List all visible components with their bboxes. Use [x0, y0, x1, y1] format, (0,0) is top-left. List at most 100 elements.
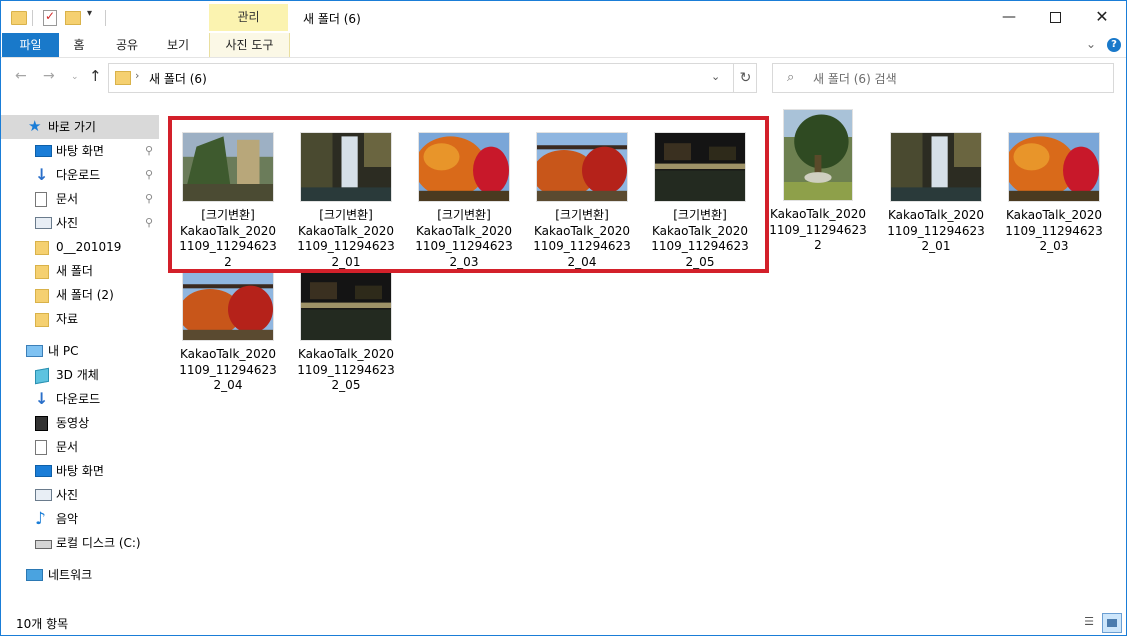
sidebar-item-label: 바탕 화면 [56, 144, 104, 158]
breadcrumb-separator[interactable]: › [135, 69, 139, 82]
3d-objects-icon [35, 367, 49, 385]
divider [105, 10, 106, 26]
video-icon [35, 416, 48, 431]
sidebar-item-pc-3[interactable]: 문서 [1, 435, 159, 459]
ribbon-tabs: 파일 홈 공유 보기 사진 도구 ⌄ ? [1, 33, 1126, 58]
tab-home[interactable]: 홈 [60, 33, 98, 57]
tab-file[interactable]: 파일 [2, 33, 59, 57]
back-button[interactable]: ← [15, 68, 27, 84]
file-item[interactable]: KakaoTalk_2020 1109_11294623 2_01 [881, 132, 991, 255]
sidebar-item-pc-6[interactable]: ♪ 음악 [1, 507, 159, 531]
details-view-icon[interactable]: ☰ [1081, 615, 1097, 629]
folder-icon[interactable] [11, 11, 27, 25]
tab-picture-tools[interactable]: 사진 도구 [209, 33, 290, 57]
file-name-line: 1109_11294623 [179, 362, 277, 377]
selection-highlight-box [168, 116, 769, 273]
image-thumbnail [182, 271, 274, 341]
image-thumbnail [1008, 132, 1100, 202]
up-button[interactable]: ↑ [89, 67, 102, 85]
file-name-line: 2 [814, 238, 822, 252]
expand-ribbon-icon[interactable]: ⌄ [1086, 37, 1096, 51]
pin-icon[interactable]: ⚲ [145, 187, 153, 211]
document-icon [35, 440, 47, 455]
breadcrumb[interactable]: 새 폴더 (6) [149, 70, 207, 87]
properties-icon[interactable] [43, 9, 57, 26]
tab-share[interactable]: 공유 [105, 33, 149, 57]
close-button[interactable]: ✕ [1079, 1, 1125, 33]
sidebar-item-label: 바로 가기 [48, 120, 96, 134]
minimize-button[interactable]: — [986, 1, 1032, 33]
large-icons-view-icon[interactable] [1102, 613, 1122, 633]
music-icon: ♪ [35, 509, 46, 529]
sidebar-item-label: 사진 [56, 488, 79, 502]
pin-icon[interactable]: ⚲ [145, 139, 153, 163]
file-name-line: 2_01 [921, 239, 951, 253]
sidebar-item-label: 3D 개체 [56, 368, 99, 382]
file-name-line: KakaoTalk_2020 [770, 207, 866, 221]
sidebar-item-pc-1[interactable]: ↓ 다운로드 [1, 387, 159, 411]
file-name-line: 2_03 [1039, 239, 1069, 253]
sidebar-item-pc-2[interactable]: 동영상 [1, 411, 159, 435]
refresh-button[interactable]: ↻ [733, 64, 757, 92]
file-item[interactable]: KakaoTalk_2020 1109_11294623 2_03 [999, 132, 1109, 255]
recent-locations-button[interactable]: ⌄ [71, 72, 79, 82]
file-item[interactable]: KakaoTalk_2020 1109_11294623 2 [763, 109, 873, 254]
file-name: KakaoTalk_2020 1109_11294623 2_01 [881, 208, 991, 255]
help-icon[interactable]: ? [1107, 38, 1121, 52]
file-item[interactable]: KakaoTalk_2020 1109_11294623 2_04 [173, 271, 283, 394]
pin-icon[interactable]: ⚲ [145, 163, 153, 187]
image-thumbnail [890, 132, 982, 202]
file-name-line: KakaoTalk_2020 [888, 208, 984, 222]
sidebar-item-0[interactable]: 바탕 화면 ⚲ [1, 139, 159, 163]
maximize-button[interactable] [1032, 1, 1078, 33]
new-folder-icon[interactable] [65, 11, 81, 25]
sidebar-item-label: 새 폴더 [56, 264, 93, 278]
document-icon [35, 192, 47, 207]
star-icon: ★ [28, 117, 42, 135]
sidebar-item-1[interactable]: ↓ 다운로드 ⚲ [1, 163, 159, 187]
file-name: KakaoTalk_2020 1109_11294623 2_05 [291, 347, 401, 394]
folder-icon [35, 241, 49, 255]
file-name-line: 1109_11294623 [769, 222, 867, 237]
maximize-icon [1049, 11, 1061, 23]
network-icon [26, 569, 43, 581]
status-bar: 10개 항목 ☰ [1, 611, 1126, 635]
sidebar-item-3[interactable]: 사진 ⚲ [1, 211, 159, 235]
search-placeholder: 새 폴더 (6) 검색 [813, 72, 897, 86]
pin-icon[interactable]: ⚲ [145, 211, 153, 235]
address-bar[interactable]: › 새 폴더 (6) ⌄ ↻ [108, 63, 757, 93]
tab-view[interactable]: 보기 [155, 33, 201, 57]
sidebar-item-pc-0[interactable]: 3D 개체 [1, 363, 159, 387]
sidebar-item-label: 로컬 디스크 (C:) [56, 536, 141, 550]
sidebar-item-4[interactable]: 0__201019 [1, 235, 159, 259]
file-item[interactable]: KakaoTalk_2020 1109_11294623 2_05 [291, 271, 401, 394]
file-name-line: KakaoTalk_2020 [1006, 208, 1102, 222]
sidebar-item-this-pc[interactable]: 내 PC [1, 339, 159, 363]
sidebar-item-5[interactable]: 새 폴더 [1, 259, 159, 283]
folder-icon [115, 71, 131, 85]
sidebar-item-network[interactable]: 네트워크 [1, 563, 159, 587]
sidebar-item-label: 사진 [56, 216, 79, 230]
sidebar-item-7[interactable]: 자료 [1, 307, 159, 331]
sidebar-item-pc-7[interactable]: 로컬 디스크 (C:) [1, 531, 159, 555]
item-count: 10개 항목 [16, 617, 69, 631]
pictures-icon [35, 489, 52, 501]
sidebar-item-label: 자료 [56, 312, 79, 326]
sidebar-item-pc-4[interactable]: 바탕 화면 [1, 459, 159, 483]
sidebar-item-label: 문서 [56, 440, 79, 454]
sidebar-item-pc-5[interactable]: 사진 [1, 483, 159, 507]
forward-button[interactable]: → [43, 68, 55, 84]
sidebar-item-2[interactable]: 문서 ⚲ [1, 187, 159, 211]
search-input[interactable]: ⌕ 새 폴더 (6) 검색 [772, 63, 1114, 93]
sidebar-item-6[interactable]: 새 폴더 (2) [1, 283, 159, 307]
desktop-icon [35, 145, 52, 157]
window-title: 새 폴더 (6) [303, 12, 361, 26]
explorer-window: ▾ 관리 새 폴더 (6) — ✕ 파일 홈 공유 보기 사진 도구 ⌄ ? ←… [0, 0, 1127, 636]
sidebar-item-quick-access[interactable]: ★ 바로 가기 [1, 115, 159, 139]
sidebar-item-label: 내 PC [48, 344, 79, 358]
address-history-icon[interactable]: ⌄ [711, 70, 720, 83]
image-thumbnail [300, 271, 392, 341]
sidebar-item-label: 다운로드 [56, 392, 101, 406]
pc-icon [26, 345, 43, 357]
customize-quick-access-icon[interactable]: ▾ [87, 8, 92, 24]
